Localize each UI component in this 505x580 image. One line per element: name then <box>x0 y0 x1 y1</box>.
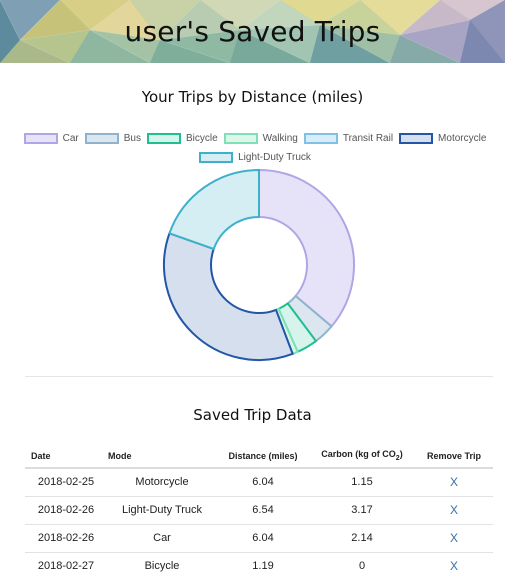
remove-trip-button[interactable]: X <box>415 495 493 524</box>
cell-date: 2018-02-26 <box>25 495 107 524</box>
cell-mode: Motorcycle <box>107 467 217 496</box>
cell-mode: Car <box>107 523 217 552</box>
cell-date: 2018-02-26 <box>25 523 107 552</box>
carbon-header-prefix: Carbon (kg of CO <box>321 449 396 460</box>
table-title: Saved Trip Data <box>193 406 312 424</box>
section-divider <box>25 376 493 377</box>
cell-date: 2018-02-25 <box>25 467 107 496</box>
donut-slice[interactable] <box>168 168 260 251</box>
remove-trip-button[interactable]: X <box>415 523 493 552</box>
column-header-distance: Distance (miles) <box>217 444 309 469</box>
table-row: 2018-02-27 Bicycle 1.19 0 X <box>25 551 493 580</box>
table-row: 2018-02-26 Car 6.04 2.14 X <box>25 523 493 552</box>
remove-trip-button[interactable]: X <box>415 551 493 580</box>
saved-trips-table: Date Mode Distance (miles) Carbon (kg of… <box>25 444 493 580</box>
cell-date: 2018-02-27 <box>25 551 107 580</box>
cell-carbon: 3.17 <box>309 495 415 524</box>
donut-slice[interactable] <box>163 232 294 361</box>
cell-carbon: 2.14 <box>309 523 415 552</box>
remove-trip-button[interactable]: X <box>415 467 493 496</box>
cell-distance: 6.04 <box>217 523 309 552</box>
cell-carbon: 1.15 <box>309 467 415 496</box>
table-row: 2018-02-26 Light-Duty Truck 6.54 3.17 X <box>25 495 493 524</box>
cell-distance: 1.19 <box>217 551 309 580</box>
carbon-header-suffix: ) <box>399 449 403 460</box>
column-header-date: Date <box>25 444 107 469</box>
column-header-mode: Mode <box>107 444 217 469</box>
table-row: 2018-02-25 Motorcycle 6.04 1.15 X <box>25 467 493 496</box>
cell-mode: Bicycle <box>107 551 217 580</box>
cell-distance: 6.54 <box>217 495 309 524</box>
donut-slice[interactable] <box>258 168 355 328</box>
cell-mode: Light-Duty Truck <box>107 495 217 524</box>
table-header-row: Date Mode Distance (miles) Carbon (kg of… <box>25 444 493 469</box>
column-header-remove: Remove Trip <box>415 444 493 469</box>
cell-carbon: 0 <box>309 551 415 580</box>
column-header-carbon: Carbon (kg of CO2) <box>309 444 415 469</box>
cell-distance: 6.04 <box>217 467 309 496</box>
